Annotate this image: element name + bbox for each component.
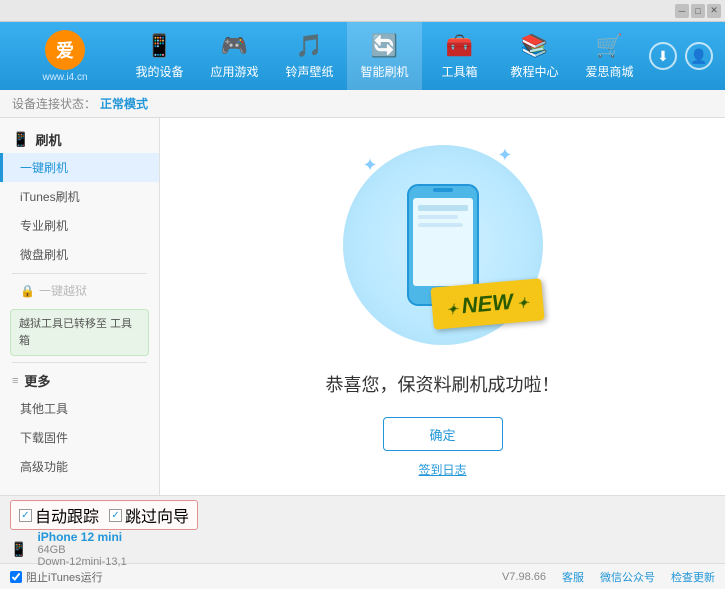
apps-games-icon: 🎮 [221,33,248,59]
sidebar-item-download-firmware[interactable]: 下载固件 [0,423,159,452]
more-section-label: 更多 [24,371,50,390]
status-label: 设备连接状态： [12,95,96,112]
nav-apps-games[interactable]: 🎮 应用游戏 [197,22,272,90]
header: 爱 www.i4.cn 📱 我的设备 🎮 应用游戏 🎵 铃声壁纸 🔄 智能刷机 … [0,22,725,90]
nav-smart-flash-label: 智能刷机 [360,63,408,80]
maximize-button[interactable]: □ [691,4,705,18]
checkbox-group: ✓ 自动跟踪 ✓ 跳过向导 [10,500,198,530]
sidebar-item-pro-flash[interactable]: 专业刷机 [0,211,159,240]
nav-tutorials[interactable]: 📚 教程中心 [497,22,572,90]
user-button[interactable]: 👤 [685,42,713,70]
nav-my-device[interactable]: 📱 我的设备 [122,22,197,90]
sidebar-item-other-tools[interactable]: 其他工具 [0,394,159,423]
status-value: 正常模式 [100,95,148,112]
version-text: V7.98.66 [502,571,546,583]
sidebar-item-itunes-flash[interactable]: iTunes刷机 [0,182,159,211]
sidebar-divider-1 [12,273,147,274]
download-button[interactable]: ⬇ [649,42,677,70]
my-device-icon: 📱 [146,33,173,59]
nav-toolbox[interactable]: 🧰 工具箱 [422,22,497,90]
flash-section-icon: 📱 [12,131,29,148]
jailbreak-info-box: 越狱工具已转移至 工具箱 [10,309,149,356]
main-layout: 📱 刷机 一键刷机 iTunes刷机 专业刷机 微盘刷机 🔒 一键越狱 越狱工具… [0,118,725,495]
confirm-button[interactable]: 确定 [383,417,503,451]
stop-itunes-checkbox[interactable] [10,571,22,583]
device-info-row: 📱 iPhone 12 mini 64GB Down-12mini-13,1 [10,530,715,568]
sidebar-item-downgrade-flash[interactable]: 微盘刷机 [0,240,159,269]
new-badge: NEW [430,278,544,329]
content-area: ✦ ✦ NEW 恭喜您，保资料刷机成功啦！ 确定 签到日志 [160,118,725,495]
skip-wizard-label: 跳过向导 [125,503,189,527]
nav-shop[interactable]: 🛒 爱思商城 [572,22,647,90]
header-right: ⬇ 👤 [649,42,725,70]
nav-tutorials-label: 教程中心 [510,63,558,80]
sidebar-section-flash: 📱 刷机 [0,126,159,153]
check-update-link[interactable]: 检查更新 [671,569,715,585]
sidebar: 📱 刷机 一键刷机 iTunes刷机 专业刷机 微盘刷机 🔒 一键越狱 越狱工具… [0,118,160,495]
sidebar-locked-jailbreak: 🔒 一键越狱 [0,278,159,303]
nav-bar: 📱 我的设备 🎮 应用游戏 🎵 铃声壁纸 🔄 智能刷机 🧰 工具箱 📚 教程中心… [120,22,649,90]
sparkle-icon-1: ✦ [363,155,378,176]
toolbox-icon: 🧰 [446,33,473,59]
nav-apps-games-label: 应用游戏 [210,63,258,80]
bottom-area: ✓ 自动跟踪 ✓ 跳过向导 📱 iPhone 12 mini 64GB Down… [0,495,725,563]
device-firmware: Down-12mini-13,1 [37,556,126,568]
status-bar: 设备连接状态： 正常模式 [0,90,725,118]
lock-icon: 🔒 [20,284,35,298]
nav-my-device-label: 我的设备 [135,63,183,80]
device-storage: 64GB [37,544,126,556]
nav-toolbox-label: 工具箱 [441,63,477,80]
jailbreak-label: 一键越狱 [39,282,87,299]
bottom-links-area: V7.98.66 客服 微信公众号 检查更新 [502,569,715,585]
skip-wizard-check-box[interactable]: ✓ [109,509,122,522]
minimize-button[interactable]: ─ [675,4,689,18]
sidebar-section-more: ≡ 更多 [0,367,159,394]
device-name: iPhone 12 mini [37,530,126,544]
tutorials-icon: 📚 [521,33,548,59]
sidebar-item-one-click-flash[interactable]: 一键刷机 [0,153,159,182]
auto-follow-checkbox[interactable]: ✓ 自动跟踪 [19,503,99,527]
auto-follow-label: 自动跟踪 [35,503,99,527]
skip-wizard-checkbox[interactable]: ✓ 跳过向导 [109,503,189,527]
title-bar: ─ □ ✕ [0,0,725,22]
stop-itunes-area: 阻止iTunes运行 [10,569,502,585]
auto-follow-check-box[interactable]: ✓ [19,509,32,522]
smart-flash-icon: 🔄 [371,33,398,59]
illustration: ✦ ✦ NEW [333,135,553,355]
daily-link[interactable]: 签到日志 [418,461,466,478]
sparkle-icon-2: ✦ [497,145,512,166]
phone-icon-small: 📱 [10,541,27,558]
close-button[interactable]: ✕ [707,4,721,18]
shop-icon: 🛒 [596,33,623,59]
stop-itunes-label: 阻止iTunes运行 [26,569,103,585]
nav-smart-flash[interactable]: 🔄 智能刷机 [347,22,422,90]
nav-shop-label: 爱思商城 [585,63,633,80]
logo-website: www.i4.cn [42,72,87,83]
success-text: 恭喜您，保资料刷机成功啦！ [326,371,560,397]
logo-area: 爱 www.i4.cn [0,30,120,83]
logo-icon: 爱 [45,30,85,70]
device-info: iPhone 12 mini 64GB Down-12mini-13,1 [37,530,126,568]
sidebar-divider-2 [12,362,147,363]
wechat-link[interactable]: 微信公众号 [600,569,655,585]
customer-service-link[interactable]: 客服 [562,569,584,585]
nav-ringtones-label: 铃声壁纸 [285,63,333,80]
ringtones-icon: 🎵 [296,33,323,59]
sidebar-item-advanced[interactable]: 高级功能 [0,452,159,481]
flash-section-label: 刷机 [35,130,61,149]
nav-ringtones[interactable]: 🎵 铃声壁纸 [272,22,347,90]
